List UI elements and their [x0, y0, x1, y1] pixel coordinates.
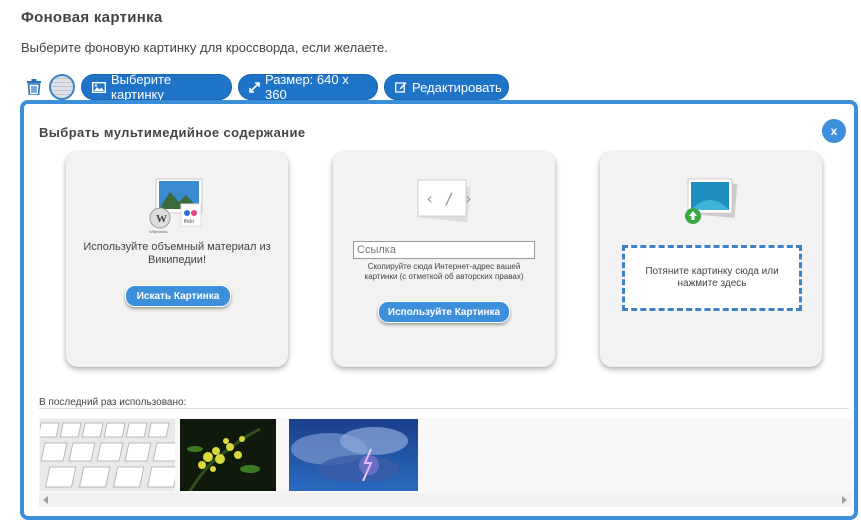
- edit-label: Редактировать: [412, 79, 502, 95]
- divider: [39, 408, 849, 409]
- choose-image-label: Выберите картинку: [111, 72, 172, 102]
- url-card: ‹ / › Скопируйте сюда Интернет-адрес ваш…: [333, 152, 555, 367]
- yellow-flowers-photo[interactable]: [180, 419, 276, 491]
- use-image-button[interactable]: Используйте Картинка: [378, 301, 510, 323]
- scroll-left-icon[interactable]: [43, 496, 48, 504]
- trash-icon[interactable]: [25, 76, 43, 98]
- recent-images-strip: [39, 418, 851, 507]
- edit-button[interactable]: Редактировать: [384, 74, 509, 100]
- size-button[interactable]: Размер: 640 x 360: [238, 72, 378, 102]
- storm-clouds-photo[interactable]: [289, 419, 418, 491]
- code-glyph: ‹ / ›: [425, 189, 471, 208]
- page-title: Фоновая картинка: [21, 9, 163, 26]
- choose-image-button[interactable]: Выберите картинку: [81, 72, 232, 102]
- flickr-logo-text: flickr: [184, 219, 195, 225]
- edit-icon: [395, 82, 407, 93]
- close-button[interactable]: x: [822, 119, 846, 143]
- dialog-title: Выбрать мультимедийное содержание: [39, 125, 306, 140]
- dropzone-text: Потяните картинку сюда или нажмите здесь: [645, 266, 779, 289]
- wikimedia-logo-text: Wikimedia: [149, 229, 168, 234]
- current-background-thumbnail[interactable]: [49, 74, 75, 100]
- media-dialog: Выбрать мультимедийное содержание x flic…: [20, 100, 858, 520]
- close-icon: x: [830, 124, 838, 138]
- upload-image-icon: [685, 178, 738, 224]
- image-icon: [92, 81, 106, 93]
- url-input[interactable]: [353, 241, 535, 259]
- search-image-button[interactable]: Искать Картинка: [125, 285, 231, 307]
- upload-card: Потяните картинку сюда или нажмите здесь: [600, 152, 822, 367]
- scroll-right-icon[interactable]: [842, 496, 847, 504]
- url-hint: Скопируйте сюда Интернет-адрес вашей кар…: [364, 262, 524, 281]
- resize-icon: [249, 81, 260, 93]
- recent-label: В последний раз использовано:: [39, 397, 187, 408]
- wikipedia-text: Используйте объемный материал из Википед…: [83, 241, 271, 266]
- wikipedia-card: flickr W Wikimedia Используйте объемный …: [66, 152, 288, 367]
- code-image-icon: ‹ / ›: [417, 179, 471, 223]
- toolbar: Выберите картинку Размер: 640 x 360 Реда…: [25, 72, 509, 102]
- keyboard-photo[interactable]: [40, 419, 175, 491]
- horizontal-scrollbar[interactable]: [39, 493, 851, 507]
- svg-text:W: W: [156, 213, 167, 225]
- size-label: Размер: 640 x 360: [265, 72, 349, 102]
- wikipedia-flickr-icon: flickr W Wikimedia: [149, 178, 203, 234]
- upload-dropzone[interactable]: Потяните картинку сюда или нажмите здесь: [622, 245, 802, 311]
- page-subtitle: Выберите фоновую картинку для кроссворда…: [21, 40, 388, 55]
